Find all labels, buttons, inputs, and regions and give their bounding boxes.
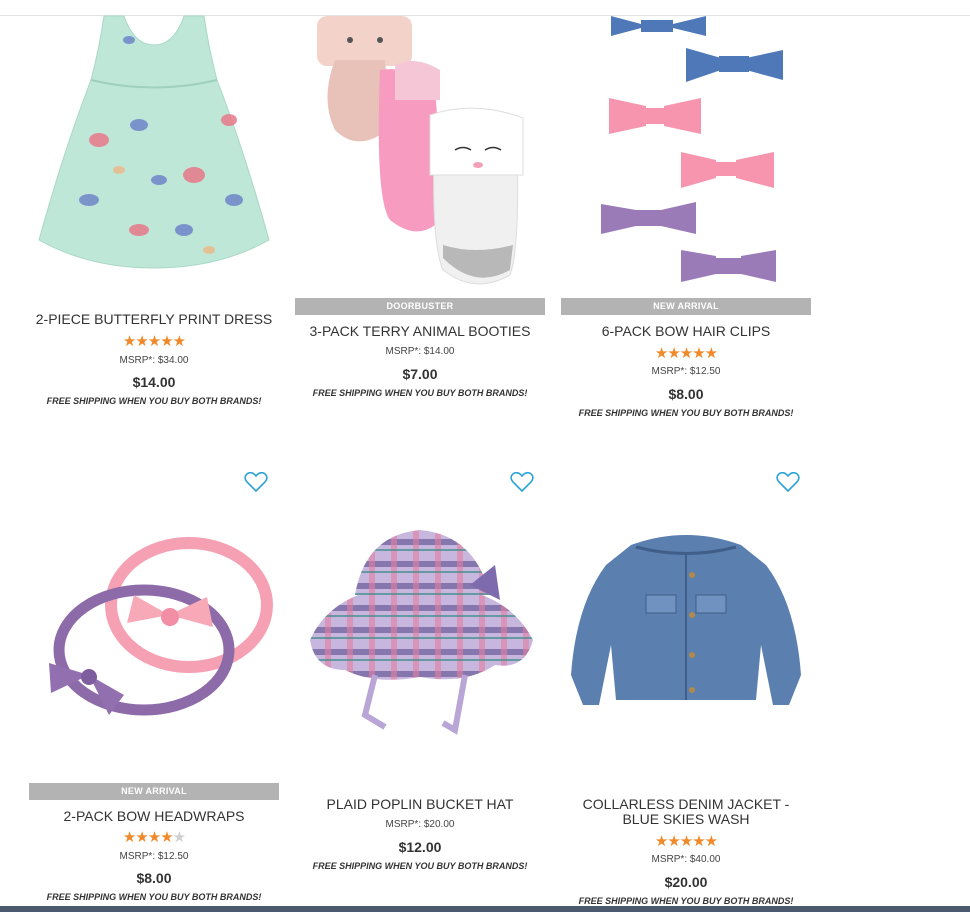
msrp-price: MSRP*: $40.00 <box>651 854 721 865</box>
rating-stars: ★★★★★ <box>29 830 279 845</box>
star-icon: ★ <box>704 345 718 362</box>
product-name[interactable]: PLAID POPLIN BUCKET HAT <box>295 797 545 812</box>
sale-price: $7.00 <box>402 366 438 382</box>
denim-jacket-image[interactable] <box>561 465 811 780</box>
star-icon: ★ <box>667 833 680 850</box>
booties-image[interactable] <box>295 0 545 295</box>
status-badge: NEW ARRIVAL <box>29 783 279 800</box>
shipping-note: FREE SHIPPING WHEN YOU BUY BOTH BRANDS! <box>578 408 794 418</box>
star-icon: ★ <box>654 833 668 850</box>
sale-price: $8.00 <box>136 870 172 886</box>
status-badge: DOORBUSTER <box>295 298 545 315</box>
wishlist-heart-icon[interactable] <box>244 471 268 493</box>
product-name[interactable]: COLLARLESS DENIM JACKET - BLUE SKIES WAS… <box>561 797 811 827</box>
product-card-denim-jacket[interactable]: COLLARLESS DENIM JACKET - BLUE SKIES WAS… <box>561 465 811 906</box>
status-badge: NEW ARRIVAL <box>561 298 811 315</box>
star-icon: ★ <box>135 333 148 350</box>
shipping-note: FREE SHIPPING WHEN YOU BUY BOTH BRANDS! <box>46 396 262 406</box>
star-icon: ★ <box>135 829 148 846</box>
headwraps-image[interactable] <box>29 465 279 780</box>
product-name[interactable]: 3-PACK TERRY ANIMAL BOOTIES <box>295 324 545 339</box>
shipping-note: FREE SHIPPING WHEN YOU BUY BOTH BRANDS! <box>312 388 528 398</box>
rating-stars: ★★★★★ <box>29 334 279 349</box>
wishlist-heart-icon[interactable] <box>510 471 534 493</box>
bow-clips-image[interactable] <box>561 0 811 295</box>
shipping-note: FREE SHIPPING WHEN YOU BUY BOTH BRANDS! <box>312 861 528 871</box>
butterfly-dress-image[interactable] <box>29 0 279 290</box>
product-card-terry-booties[interactable]: DOORBUSTER 3-PACK TERRY ANIMAL BOOTIES M… <box>295 0 545 420</box>
sale-price: $12.00 <box>398 839 442 855</box>
star-icon: ★ <box>122 333 136 350</box>
msrp-price: MSRP*: $12.50 <box>119 851 189 862</box>
star-icon: ★ <box>667 345 680 362</box>
sale-price: $20.00 <box>664 874 708 890</box>
product-card-bow-headwraps[interactable]: NEW ARRIVAL 2-PACK BOW HEADWRAPS ★★★★★ M… <box>29 465 279 905</box>
bottom-edge-bar <box>0 906 970 912</box>
star-icon: ★ <box>679 833 693 850</box>
star-icon: ★ <box>160 333 173 350</box>
star-icon: ★ <box>654 345 668 362</box>
sale-price: $14.00 <box>132 374 176 390</box>
star-icon: ★ <box>692 345 705 362</box>
star-icon: ★ <box>160 829 173 846</box>
star-icon: ★ <box>147 333 161 350</box>
product-card-butterfly-dress[interactable]: 2-PIECE BUTTERFLY PRINT DRESS ★★★★★ MSRP… <box>29 0 279 420</box>
star-icon: ★ <box>172 333 186 350</box>
shipping-note: FREE SHIPPING WHEN YOU BUY BOTH BRANDS! <box>578 896 794 906</box>
star-icon: ★ <box>122 829 136 846</box>
product-card-bow-clips[interactable]: NEW ARRIVAL 6-PACK BOW HAIR CLIPS ★★★★★ … <box>561 0 811 430</box>
msrp-price: MSRP*: $20.00 <box>385 819 455 830</box>
product-name[interactable]: 2-PACK BOW HEADWRAPS <box>29 809 279 824</box>
rating-stars: ★★★★★ <box>561 834 811 849</box>
star-icon: ★ <box>679 345 693 362</box>
msrp-price: MSRP*: $14.00 <box>385 346 455 357</box>
product-name[interactable]: 6-PACK BOW HAIR CLIPS <box>561 324 811 339</box>
product-card-bucket-hat[interactable]: PLAID POPLIN BUCKET HAT MSRP*: $20.00 $1… <box>295 465 545 895</box>
shipping-note: FREE SHIPPING WHEN YOU BUY BOTH BRANDS! <box>46 892 262 902</box>
star-icon: ★ <box>704 833 718 850</box>
rating-stars: ★★★★★ <box>561 346 811 361</box>
sale-price: $8.00 <box>668 386 704 402</box>
msrp-price: MSRP*: $34.00 <box>119 355 189 366</box>
product-name[interactable]: 2-PIECE BUTTERFLY PRINT DRESS <box>29 312 279 327</box>
star-icon: ★ <box>172 829 186 846</box>
bucket-hat-image[interactable] <box>295 465 545 780</box>
msrp-price: MSRP*: $12.50 <box>651 366 721 377</box>
star-icon: ★ <box>692 833 705 850</box>
wishlist-heart-icon[interactable] <box>776 471 800 493</box>
star-icon: ★ <box>147 829 161 846</box>
